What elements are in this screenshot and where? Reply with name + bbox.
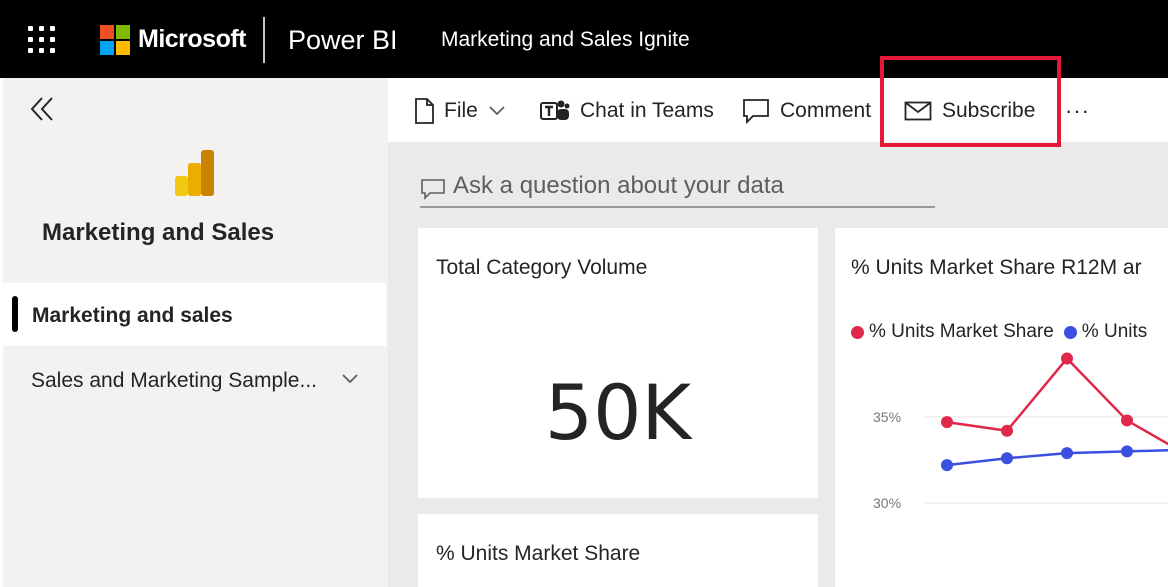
tile-title: Total Category Volume [436, 256, 648, 279]
comment-button[interactable]: Comment [742, 96, 871, 126]
file-menu-label: File [444, 99, 478, 122]
y-tick-label: 30% [873, 495, 901, 511]
app-launcher-icon[interactable] [28, 26, 55, 53]
data-point[interactable] [1001, 452, 1013, 465]
legend-item: % Units [1063, 321, 1148, 343]
data-point[interactable] [1121, 445, 1133, 458]
more-options-icon[interactable]: ··· [1065, 98, 1090, 124]
data-point[interactable] [1061, 447, 1073, 460]
qna-placeholder: Ask a question about your data [453, 172, 784, 199]
subscribe-highlight-box [880, 56, 1061, 147]
file-icon [415, 98, 434, 124]
nav-item-label: Sales and Marketing Sample... [31, 369, 317, 392]
chat-in-teams-label: Chat in Teams [580, 99, 714, 122]
active-indicator [12, 296, 18, 332]
data-point[interactable] [941, 416, 953, 429]
teams-icon [540, 100, 570, 120]
tile-units-market-share[interactable]: % Units Market Share [418, 514, 818, 587]
file-menu-button[interactable]: File [414, 96, 506, 126]
chevron-down-icon [489, 106, 505, 116]
product-name[interactable]: Power BI [288, 25, 398, 56]
kpi-value: 50K [544, 368, 692, 457]
legend-swatch [1063, 325, 1077, 339]
qna-search-input[interactable]: Ask a question about your data [420, 170, 935, 208]
comment-icon [743, 99, 769, 124]
line-chart: 35% 30% [873, 352, 1168, 511]
dashboard-canvas: Ask a question about your data Total Cat… [388, 142, 1168, 587]
report-title: Marketing and Sales Ignite [441, 28, 690, 51]
chart-legend: % Units Market Share % Units [851, 321, 1157, 343]
header-divider [263, 17, 265, 63]
nav-item-marketing-and-sales[interactable]: Marketing and sales [0, 283, 386, 346]
tile-market-share-chart[interactable]: % Units Market Share R12M ar % Units Mar… [835, 228, 1168, 587]
legend-swatch [851, 325, 864, 339]
series-line [946, 448, 1168, 467]
left-navigation: Marketing and Sales Marketing and sales … [0, 78, 388, 587]
data-point[interactable] [1061, 352, 1073, 365]
data-point[interactable] [1001, 424, 1013, 437]
legend-label: % Units [1081, 321, 1148, 342]
legend-label: % Units Market Share [869, 321, 1054, 342]
tile-title: % Units Market Share R12M ar [851, 256, 1142, 279]
question-bubble-icon [421, 179, 445, 200]
y-tick-label: 35% [873, 409, 901, 425]
nav-item-label: Marketing and sales [32, 304, 233, 327]
workspace-title: Marketing and Sales [42, 219, 274, 246]
data-point[interactable] [1121, 414, 1133, 427]
nav-item-sales-and-marketing-sample[interactable]: Sales and Marketing Sample... [0, 348, 386, 411]
power-bi-app-icon [173, 148, 217, 198]
legend-item: % Units Market Share [851, 321, 1054, 343]
microsoft-brand[interactable]: Microsoft [138, 25, 247, 54]
tile-title: % Units Market Share [436, 542, 641, 565]
chevron-down-icon[interactable] [340, 372, 360, 386]
series-line [946, 356, 1168, 446]
tile-total-category-volume[interactable]: Total Category Volume 50K [418, 228, 818, 498]
collapse-nav-icon[interactable] [28, 94, 58, 124]
chat-in-teams-button[interactable]: Chat in Teams [540, 96, 714, 126]
comment-label: Comment [780, 99, 872, 122]
data-point[interactable] [941, 459, 953, 472]
microsoft-logo-icon [100, 25, 130, 55]
